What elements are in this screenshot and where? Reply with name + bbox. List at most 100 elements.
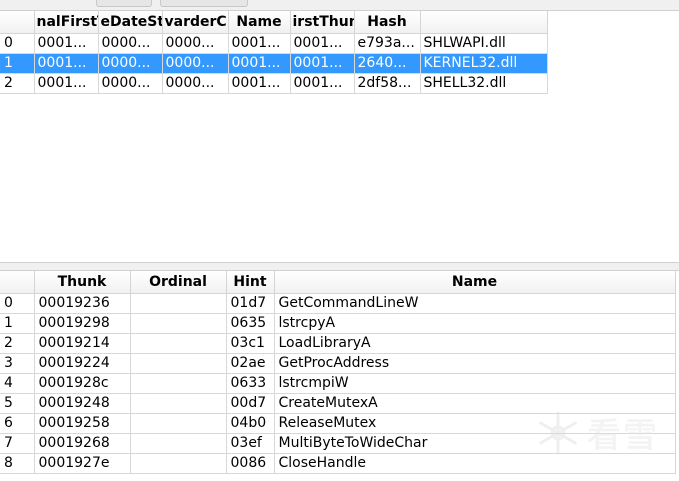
cell-hash: e793a... — [354, 33, 421, 54]
cell-function-name: lstrcmpiW — [274, 373, 676, 394]
cell-function-name: GetProcAddress — [274, 353, 676, 374]
cell-original-first-thunk: 0001... — [34, 73, 99, 94]
cell-ordinal — [130, 293, 227, 314]
cell-hint: 0086 — [226, 453, 275, 474]
table-row[interactable]: 1 00019298 0635 lstrcpyA — [0, 313, 676, 334]
table-row[interactable]: 2 00019214 03c1 LoadLibraryA — [0, 333, 676, 354]
column-header-name[interactable]: Name — [228, 11, 291, 34]
table-row-selected[interactable]: 1 0001... 0000... 0000... 0001... 0001..… — [0, 53, 548, 74]
row-index-header[interactable] — [0, 271, 35, 294]
row-index-header[interactable] — [0, 11, 35, 34]
cell-hash: 2640... — [354, 53, 421, 74]
cell-original-first-thunk: 0001... — [34, 53, 99, 74]
cell-ordinal — [130, 413, 227, 434]
cell-hash: 2df58... — [354, 73, 421, 94]
cell-name-rva: 0001... — [228, 33, 291, 54]
cell-thunk: 00019248 — [34, 393, 131, 414]
row-index: 8 — [0, 453, 35, 474]
imports-header-row: nalFirstT eDateSta varderC Name irstThun… — [0, 11, 548, 34]
table-row[interactable]: 0 0001... 0000... 0000... 0001... 0001..… — [0, 33, 548, 54]
table-row[interactable]: 8 0001927e 0086 CloseHandle — [0, 453, 676, 474]
row-index: 1 — [0, 313, 35, 334]
table-row[interactable]: 3 00019224 02ae GetProcAddress — [0, 353, 676, 374]
cell-function-name: GetCommandLineW — [274, 293, 676, 314]
row-index: 4 — [0, 373, 35, 394]
row-index: 7 — [0, 433, 35, 454]
cell-function-name: lstrcpyA — [274, 313, 676, 334]
column-header-time-date-stamp[interactable]: eDateSta — [98, 11, 163, 34]
cell-time-date-stamp: 0000... — [98, 73, 163, 94]
cell-module-name: SHLWAPI.dll — [420, 33, 548, 54]
cell-time-date-stamp: 0000... — [98, 53, 163, 74]
cell-thunk: 0001928c — [34, 373, 131, 394]
cell-ordinal — [130, 313, 227, 334]
column-header-hash[interactable]: Hash — [354, 11, 421, 34]
table-row[interactable]: 2 0001... 0000... 0000... 0001... 0001..… — [0, 73, 548, 94]
row-index: 0 — [0, 293, 35, 314]
cell-ordinal — [130, 453, 227, 474]
cell-first-thunk: 0001... — [290, 53, 355, 74]
cell-name-rva: 0001... — [228, 73, 291, 94]
cell-ordinal — [130, 393, 227, 414]
column-header-name[interactable]: Name — [274, 271, 676, 294]
cell-function-name: CreateMutexA — [274, 393, 676, 414]
row-index: 6 — [0, 413, 35, 434]
cell-hint: 03c1 — [226, 333, 275, 354]
cell-thunk: 00019268 — [34, 433, 131, 454]
cell-forwarder-chain: 0000... — [162, 53, 229, 74]
cell-ordinal — [130, 373, 227, 394]
table-row[interactable]: 7 00019268 03ef MultiByteToWideChar — [0, 433, 676, 454]
row-index: 1 — [0, 53, 35, 74]
table-row[interactable]: 0 00019236 01d7 GetCommandLineW — [0, 293, 676, 314]
cell-hint: 03ef — [226, 433, 275, 454]
table-row[interactable]: 4 0001928c 0633 lstrcmpiW — [0, 373, 676, 394]
cell-thunk: 00019298 — [34, 313, 131, 334]
cell-ordinal — [130, 333, 227, 354]
row-index: 3 — [0, 353, 35, 374]
column-header-original-first-thunk[interactable]: nalFirstT — [34, 11, 99, 34]
column-header-hint[interactable]: Hint — [226, 271, 275, 294]
column-header-thunk[interactable]: Thunk — [34, 271, 131, 294]
functions-pane: Thunk Ordinal Hint Name 0 00019236 01d7 Get… — [0, 270, 679, 481]
cell-hint: 01d7 — [226, 293, 275, 314]
cell-forwarder-chain: 0000... — [162, 33, 229, 54]
cell-thunk: 00019258 — [34, 413, 131, 434]
cell-module-name: KERNEL32.dll — [420, 53, 548, 74]
row-index: 2 — [0, 73, 35, 94]
tab-stub[interactable] — [96, 0, 152, 7]
cell-thunk: 00019224 — [34, 353, 131, 374]
cell-function-name: ReleaseMutex — [274, 413, 676, 434]
row-index: 0 — [0, 33, 35, 54]
cell-first-thunk: 0001... — [290, 33, 355, 54]
cell-hint: 0635 — [226, 313, 275, 334]
row-index: 2 — [0, 333, 35, 354]
functions-table: Thunk Ordinal Hint Name 0 00019236 01d7 Get… — [0, 271, 676, 474]
table-row[interactable]: 5 00019248 00d7 CreateMutexA — [0, 393, 676, 414]
tab-stub[interactable] — [160, 0, 248, 7]
cell-first-thunk: 0001... — [290, 73, 355, 94]
cell-ordinal — [130, 353, 227, 374]
cell-ordinal — [130, 433, 227, 454]
cell-name-rva: 0001... — [228, 53, 291, 74]
cell-thunk: 0001927e — [34, 453, 131, 474]
cell-hint: 00d7 — [226, 393, 275, 414]
column-header-first-thunk[interactable]: irstThun — [290, 11, 355, 34]
column-header-module[interactable] — [420, 11, 548, 34]
cell-hint: 02ae — [226, 353, 275, 374]
column-header-ordinal[interactable]: Ordinal — [130, 271, 227, 294]
pane-splitter[interactable] — [0, 263, 679, 270]
column-header-forwarder-chain[interactable]: varderC — [162, 11, 229, 34]
cell-time-date-stamp: 0000... — [98, 33, 163, 54]
cell-forwarder-chain: 0000... — [162, 73, 229, 94]
cell-hint: 04b0 — [226, 413, 275, 434]
cell-module-name: SHELL32.dll — [420, 73, 548, 94]
cell-function-name: LoadLibraryA — [274, 333, 676, 354]
cell-original-first-thunk: 0001... — [34, 33, 99, 54]
table-row[interactable]: 6 00019258 04b0 ReleaseMutex — [0, 413, 676, 434]
imports-pane: nalFirstT eDateSta varderC Name irstThun… — [0, 10, 679, 263]
imports-table: nalFirstT eDateSta varderC Name irstThun… — [0, 11, 548, 94]
cell-thunk: 00019236 — [34, 293, 131, 314]
functions-header-row: Thunk Ordinal Hint Name — [0, 271, 676, 294]
cell-hint: 0633 — [226, 373, 275, 394]
cell-function-name: MultiByteToWideChar — [274, 433, 676, 454]
